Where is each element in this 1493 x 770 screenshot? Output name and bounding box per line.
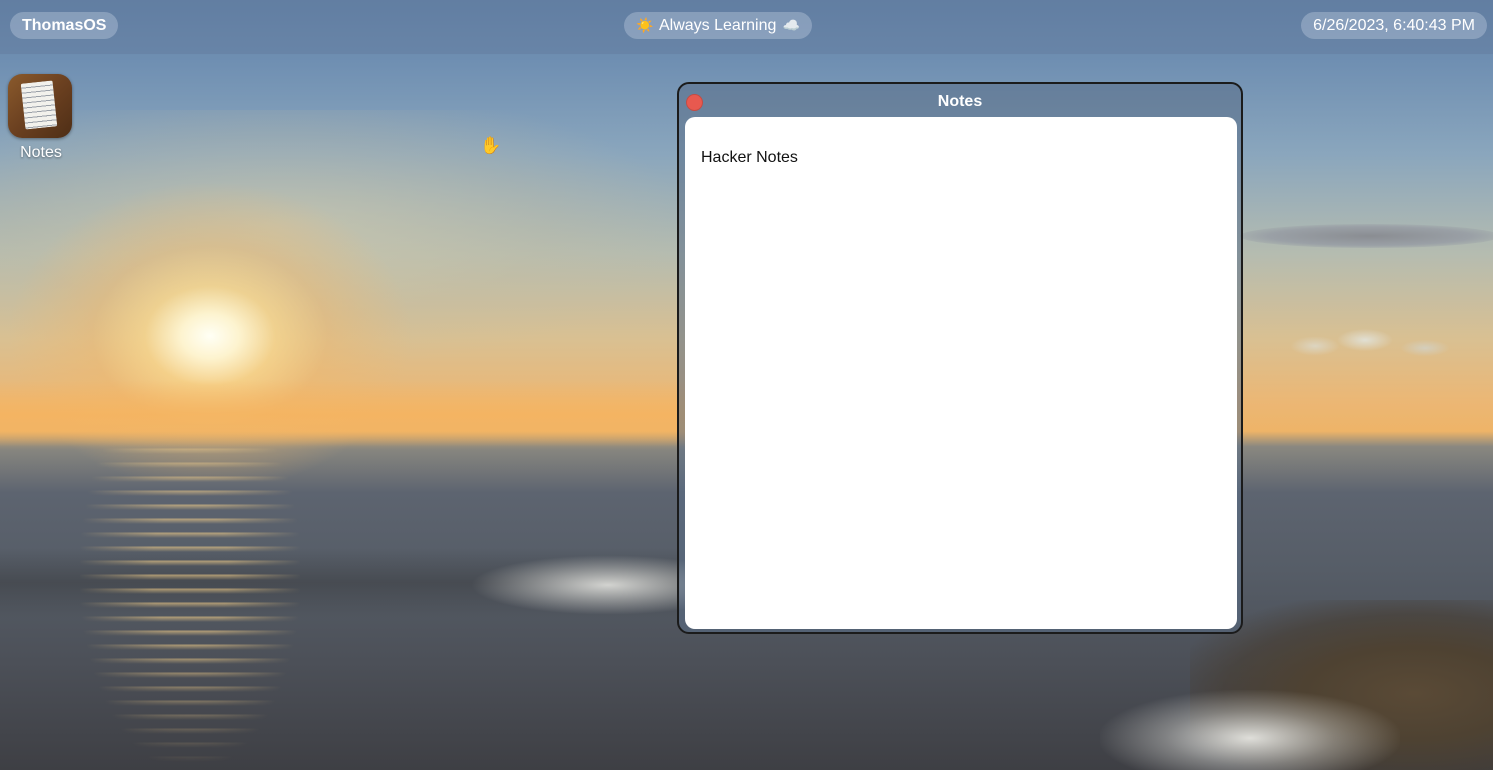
cloud-icon: ☁️ bbox=[782, 17, 801, 33]
note-text[interactable]: Hacker Notes bbox=[701, 149, 1221, 167]
clock: 6/26/2023, 6:40:43 PM bbox=[1301, 12, 1487, 39]
notes-window: Notes Hacker Notes bbox=[677, 82, 1243, 634]
menu-bar: ThomasOS ☀️ Always Learning ☁️ 6/26/2023… bbox=[0, 0, 1493, 54]
paper-icon bbox=[20, 80, 58, 130]
clouds bbox=[1255, 320, 1485, 360]
notes-icon bbox=[8, 74, 72, 138]
window-titlebar[interactable]: Notes bbox=[679, 84, 1241, 118]
clock-text: 6/26/2023, 6:40:43 PM bbox=[1313, 17, 1475, 34]
sun-reflection bbox=[80, 440, 300, 770]
hand-cursor-icon: ✋ bbox=[480, 136, 502, 155]
sun-icon: ☀️ bbox=[636, 17, 654, 33]
wave-foam bbox=[470, 555, 700, 615]
os-name-label: ThomasOS bbox=[22, 17, 107, 34]
cloud bbox=[1240, 224, 1493, 248]
window-title: Notes bbox=[937, 93, 983, 110]
status-pill: ☀️ Always Learning ☁️ bbox=[624, 12, 813, 39]
wave-foam bbox=[1100, 690, 1400, 770]
os-name-button[interactable]: ThomasOS bbox=[10, 12, 119, 39]
desktop-icon-label: Notes bbox=[20, 144, 62, 161]
notes-content[interactable]: Hacker Notes bbox=[685, 117, 1237, 629]
status-text: Always Learning bbox=[659, 17, 777, 34]
desktop-icon-notes[interactable]: Notes bbox=[8, 74, 74, 162]
